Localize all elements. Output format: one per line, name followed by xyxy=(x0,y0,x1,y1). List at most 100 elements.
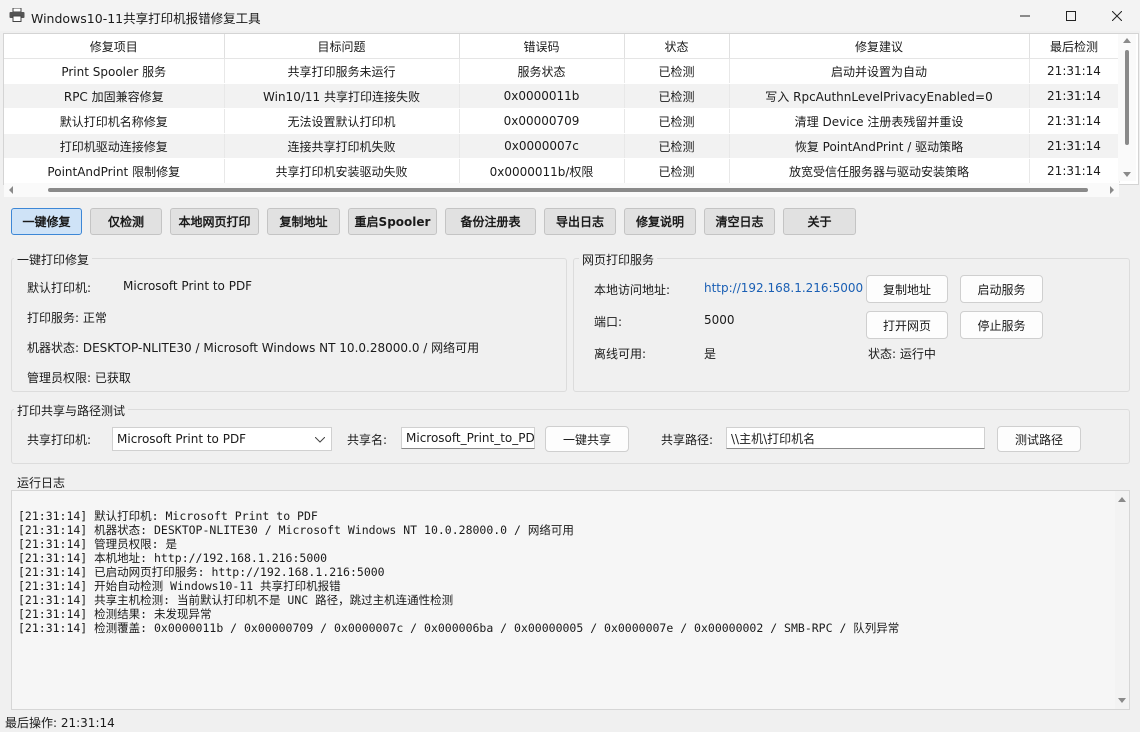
cell-last-check: 21:31:14 xyxy=(1029,158,1120,184)
service-status: 状态: 运行中 xyxy=(868,347,936,361)
hscroll-arrows-icon xyxy=(9,186,1114,194)
copy-address-button[interactable]: 复制地址 xyxy=(267,208,340,235)
table-horizontal-scrollbar[interactable] xyxy=(4,183,1119,197)
admin-rights-status: 管理员权限: 已获取 xyxy=(27,371,131,385)
start-service-button[interactable]: 启动服务 xyxy=(960,275,1043,303)
cell-problem: 连接共享打印机失败 xyxy=(224,133,460,159)
offline-label: 离线可用: xyxy=(594,347,647,361)
port-label: 端口: xyxy=(594,315,623,329)
cell-status: 已检测 xyxy=(624,158,730,184)
cell-error-code: 0x00000709 xyxy=(459,108,625,134)
one-click-repair-button[interactable]: 一键修复 xyxy=(11,208,82,235)
table-row[interactable]: PointAndPrint 限制修复 共享打印机安装驱动失败 0x0000011… xyxy=(4,158,1120,184)
cell-last-check: 21:31:14 xyxy=(1029,83,1120,109)
one-click-share-button[interactable]: 一键共享 xyxy=(545,426,629,452)
cell-item: 默认打印机名称修复 xyxy=(4,108,225,134)
cell-last-check: 21:31:14 xyxy=(1029,108,1120,134)
stop-service-button[interactable]: 停止服务 xyxy=(960,311,1043,339)
minimize-icon xyxy=(1020,15,1030,16)
cell-status: 已检测 xyxy=(624,83,730,109)
table-row[interactable]: 默认打印机名称修复 无法设置默认打印机 0x00000709 已检测 清理 De… xyxy=(4,108,1120,134)
cell-suggestion: 放宽受信任服务器与驱动安装策略 xyxy=(729,158,1030,184)
copy-url-button[interactable]: 复制地址 xyxy=(866,275,948,303)
cell-problem: 无法设置默认打印机 xyxy=(224,108,460,134)
close-button[interactable] xyxy=(1094,0,1140,31)
local-url-link[interactable]: http://192.168.1.216:5000 xyxy=(704,281,863,295)
repair-items-table[interactable]: 修复项目 目标问题 错误码 状态 修复建议 最后检测 Print Spooler… xyxy=(3,33,1139,185)
cell-status: 已检测 xyxy=(624,133,730,159)
share-group-title: 打印共享与路径测试 xyxy=(14,402,129,419)
column-header-suggestion[interactable]: 修复建议 xyxy=(729,34,1030,59)
column-header-last-check[interactable]: 最后检测 xyxy=(1029,34,1120,59)
backup-registry-button[interactable]: 备份注册表 xyxy=(445,208,536,235)
restart-spooler-button[interactable]: 重启Spooler xyxy=(348,208,437,235)
test-path-button[interactable]: 测试路径 xyxy=(997,426,1081,452)
open-webpage-button[interactable]: 打开网页 xyxy=(866,311,948,339)
cell-status: 已检测 xyxy=(624,58,730,84)
cell-item: 打印机驱动连接修复 xyxy=(4,133,225,159)
local-web-print-button[interactable]: 本地网页打印 xyxy=(170,208,259,235)
scrollbar-arrows-icon xyxy=(1118,497,1126,703)
column-header-status[interactable]: 状态 xyxy=(624,34,730,59)
log-textbox[interactable]: [21:31:14] 默认打印机: Microsoft Print to PDF… xyxy=(11,490,1130,710)
local-url-label: 本地访问地址: xyxy=(594,283,671,297)
clear-log-button[interactable]: 清空日志 xyxy=(704,208,775,235)
share-name-label: 共享名: xyxy=(347,433,388,447)
cell-last-check: 21:31:14 xyxy=(1029,58,1120,84)
log-vertical-scrollbar[interactable] xyxy=(1115,491,1129,709)
cell-suggestion: 写入 RpcAuthnLevelPrivacyEnabled=0 xyxy=(729,83,1030,109)
cell-item: PointAndPrint 限制修复 xyxy=(4,158,225,184)
column-header-item[interactable]: 修复项目 xyxy=(4,34,225,59)
cell-status: 已检测 xyxy=(624,108,730,134)
log-line: [21:31:14] 检测结果: 未发现异常 xyxy=(18,607,212,621)
share-path-label: 共享路径: xyxy=(661,433,714,447)
status-text: 最后操作: 21:31:14 xyxy=(5,716,115,730)
repair-help-button[interactable]: 修复说明 xyxy=(624,208,696,235)
close-icon xyxy=(1112,10,1122,21)
cell-suggestion: 清理 Device 注册表残留并重设 xyxy=(729,108,1030,134)
machine-status: 机器状态: DESKTOP-NLITE30 / Microsoft Window… xyxy=(27,341,480,355)
cell-error-code: 服务状态 xyxy=(459,58,625,84)
share-printer-selected: Microsoft Print to PDF xyxy=(117,432,247,446)
log-group-title: 运行日志 xyxy=(14,474,69,491)
share-printer-select[interactable]: Microsoft Print to PDF xyxy=(112,427,332,451)
share-name-input[interactable]: Microsoft_Print_to_PDF xyxy=(401,427,535,449)
share-path-input[interactable]: \\主机\打印机名 xyxy=(726,427,985,449)
web-print-group-title: 网页打印服务 xyxy=(579,251,658,268)
chevron-down-icon xyxy=(315,437,325,443)
minimize-button[interactable] xyxy=(1002,0,1048,31)
cell-error-code: 0x0000011b xyxy=(459,83,625,109)
share-printer-label: 共享打印机: xyxy=(27,433,92,447)
table-header-row: 修复项目 目标问题 错误码 状态 修复建议 最后检测 xyxy=(4,34,1120,59)
web-print-group-box xyxy=(573,258,1130,392)
default-printer-label: 默认打印机: xyxy=(27,281,92,295)
print-service-status: 打印服务: 正常 xyxy=(27,311,107,325)
table-row[interactable]: Print Spooler 服务 共享打印服务未运行 服务状态 已检测 启动并设… xyxy=(4,58,1120,84)
printer-icon xyxy=(9,7,25,22)
cell-problem: Win10/11 共享打印连接失败 xyxy=(224,83,460,109)
default-printer-value: Microsoft Print to PDF xyxy=(123,279,253,293)
log-line: [21:31:14] 机器状态: DESKTOP-NLITE30 / Micro… xyxy=(18,523,574,537)
export-log-button[interactable]: 导出日志 xyxy=(544,208,616,235)
maximize-icon xyxy=(1066,10,1076,21)
table-row[interactable]: RPC 加固兼容修复 Win10/11 共享打印连接失败 0x0000011b … xyxy=(4,83,1120,109)
log-line: [21:31:14] 开始自动检测 Windows10-11 共享打印机报错 xyxy=(18,579,341,593)
log-line: [21:31:14] 已启动网页打印服务: http://192.168.1.2… xyxy=(18,565,385,579)
detect-only-button[interactable]: 仅检测 xyxy=(90,208,162,235)
window-title: Windows10-11共享打印机报错修复工具 xyxy=(31,11,261,26)
table-row[interactable]: 打印机驱动连接修复 连接共享打印机失败 0x0000007c 已检测 恢复 Po… xyxy=(4,133,1120,159)
cell-error-code: 0x0000011b/权限 xyxy=(459,158,625,184)
cell-error-code: 0x0000007c xyxy=(459,133,625,159)
log-line: [21:31:14] 检测覆盖: 0x0000011b / 0x00000709… xyxy=(18,621,900,635)
log-line: [21:31:14] 本机地址: http://192.168.1.216:50… xyxy=(18,551,328,565)
table-vertical-scrollbar[interactable] xyxy=(1118,34,1136,181)
port-value: 5000 xyxy=(704,313,735,327)
column-header-problem[interactable]: 目标问题 xyxy=(224,34,460,59)
maximize-button[interactable] xyxy=(1048,0,1094,31)
repair-group-title: 一键打印修复 xyxy=(14,251,93,268)
offline-value: 是 xyxy=(704,347,717,361)
about-button[interactable]: 关于 xyxy=(783,208,856,235)
cell-problem: 共享打印机安装驱动失败 xyxy=(224,158,460,184)
cell-last-check: 21:31:14 xyxy=(1029,133,1120,159)
column-header-error-code[interactable]: 错误码 xyxy=(459,34,625,59)
